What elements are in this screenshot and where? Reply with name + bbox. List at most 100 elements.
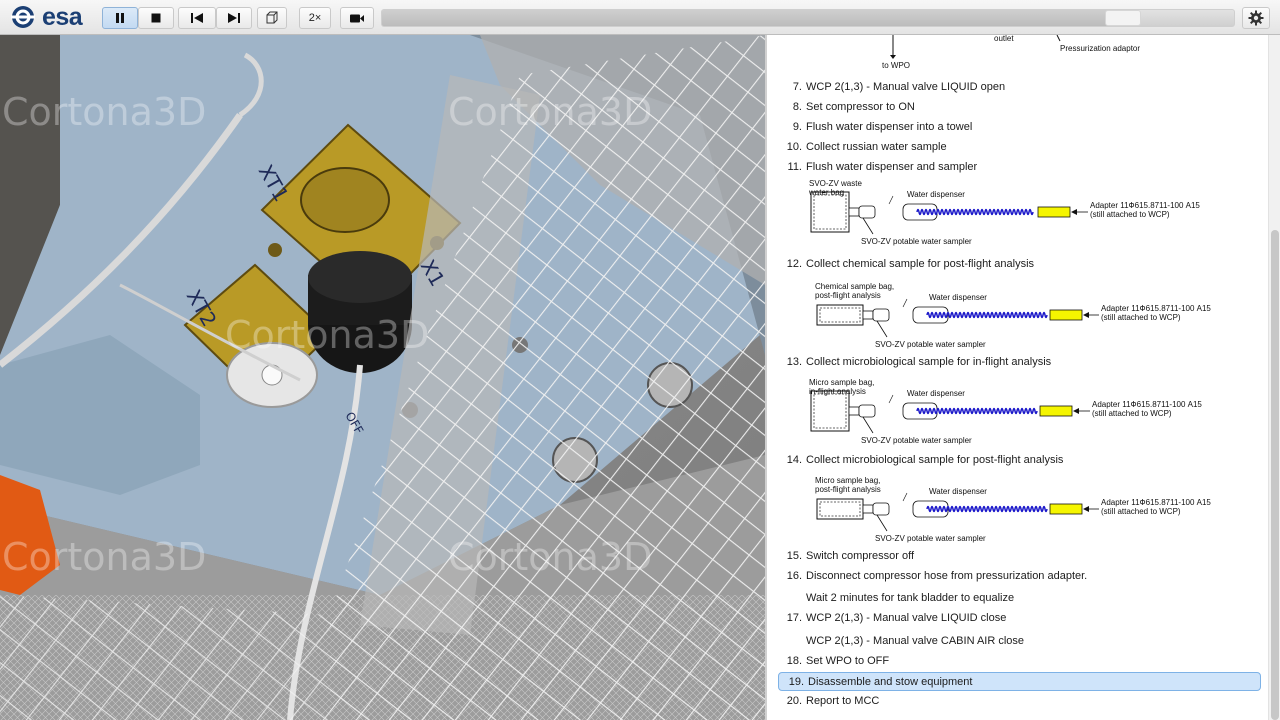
cube-icon bbox=[266, 11, 278, 24]
step-text: Set WPO to OFF bbox=[806, 655, 890, 667]
step-text: Flush water dispenser into a towel bbox=[806, 121, 973, 133]
logo-text: esa bbox=[42, 2, 83, 31]
dispenser-label: Water dispenser bbox=[929, 293, 987, 302]
adapter-block bbox=[1049, 309, 1083, 321]
sampler-label: SVO-ZV potable water sampler bbox=[875, 534, 986, 543]
bag-label: Micro sample bag, bbox=[809, 378, 875, 387]
procedure-step[interactable]: 9. Flush water dispenser into a towel bbox=[777, 118, 1261, 136]
step-number: 10. bbox=[786, 141, 802, 153]
sampler-label: SVO-ZV potable water sampler bbox=[875, 340, 986, 349]
video-camera-icon bbox=[350, 14, 364, 22]
top-diagram bbox=[890, 35, 1061, 59]
step-number: 16. bbox=[786, 570, 802, 582]
3d-scene: XT1 X1 XT2 OFF bbox=[0, 35, 765, 720]
hose-coil bbox=[916, 407, 1038, 415]
scrollbar-thumb[interactable] bbox=[1271, 230, 1279, 720]
step-text: WCP 2(1,3) - Manual valve CABIN AIR clos… bbox=[806, 635, 1025, 647]
adapter-label: (still attached to WCP) bbox=[1090, 210, 1170, 219]
bag-label: post-flight analysis bbox=[815, 291, 881, 300]
step-number: 18. bbox=[786, 655, 802, 667]
speed-label: 2× bbox=[308, 12, 322, 24]
sample-bag bbox=[810, 191, 850, 233]
skip-forward-button[interactable] bbox=[216, 7, 252, 29]
step-text: Flush water dispenser and sampler bbox=[806, 161, 978, 173]
bag-label: post-flight analysis bbox=[815, 485, 881, 494]
procedure-step[interactable]: 19. Disassemble and stow equipment bbox=[778, 672, 1261, 691]
procedure-step[interactable]: 8. Set compressor to ON bbox=[777, 98, 1261, 116]
adapter-label: (still attached to WCP) bbox=[1101, 313, 1181, 322]
pause-icon bbox=[116, 13, 124, 23]
procedure-step[interactable]: 7. WCP 2(1,3) - Manual valve LIQUID open bbox=[777, 78, 1261, 96]
hose-coil bbox=[926, 311, 1048, 319]
speed-button[interactable]: 2× bbox=[299, 7, 331, 29]
skip-forward-icon bbox=[228, 13, 240, 23]
toolbar: esa 2× bbox=[0, 0, 1280, 35]
procedure-step[interactable]: 10. Collect russian water sample bbox=[777, 138, 1261, 156]
adapter-label: Adapter 11Ф615.8711-100 A15 bbox=[1090, 201, 1200, 210]
bag-label: SVO-ZV waste bbox=[809, 179, 862, 188]
step-number: 7. bbox=[792, 81, 802, 93]
step-text: Wait 2 minutes for tank bladder to equal… bbox=[806, 592, 1015, 604]
procedure-scrollbar[interactable] bbox=[1268, 35, 1280, 720]
step-text: Report to MCC bbox=[806, 695, 880, 707]
adapter-label: Adapter 11Ф615.8711-100 A15 bbox=[1092, 400, 1202, 409]
step-number: 9. bbox=[792, 121, 802, 133]
procedure-step[interactable]: 18. Set WPO to OFF bbox=[777, 652, 1261, 670]
step-number: 19. bbox=[788, 675, 804, 688]
step-number: 20. bbox=[786, 695, 802, 707]
stop-icon bbox=[151, 13, 161, 23]
step-number: 11. bbox=[787, 161, 802, 173]
pause-button[interactable] bbox=[102, 7, 138, 29]
to-wpo-label: to WPO bbox=[882, 61, 911, 70]
timeline-fill bbox=[382, 10, 1124, 26]
stop-button[interactable] bbox=[138, 7, 174, 29]
view-3d-button[interactable] bbox=[257, 7, 287, 29]
procedure-step[interactable]: 20. Report to MCC bbox=[777, 692, 1261, 710]
procedure-step[interactable]: WCP 2(1,3) - Manual valve CABIN AIR clos… bbox=[777, 632, 1261, 650]
pressurization-label: Pressurization adaptor bbox=[1060, 44, 1141, 53]
outlet-label: outlet bbox=[994, 35, 1014, 43]
sampler-label: SVO-ZV potable water sampler bbox=[861, 237, 972, 246]
esa-logo: esa bbox=[8, 2, 83, 31]
sampler-label: SVO-ZV potable water sampler bbox=[861, 436, 972, 445]
skip-back-icon bbox=[191, 13, 203, 23]
adapter-label: (still attached to WCP) bbox=[1101, 507, 1181, 516]
dispenser-label: Water dispenser bbox=[929, 487, 987, 496]
step-text: Disassemble and stow equipment bbox=[808, 675, 973, 688]
dispenser-label: Water dispenser bbox=[907, 389, 965, 398]
camera-button[interactable] bbox=[340, 7, 374, 29]
bag-label: water bag bbox=[809, 188, 845, 197]
water-dispenser bbox=[902, 203, 938, 221]
step-number: 17. bbox=[786, 612, 802, 624]
adapter-block bbox=[1049, 503, 1083, 515]
procedure-step[interactable]: 17. WCP 2(1,3) - Manual valve LIQUID clos… bbox=[777, 609, 1261, 627]
bag-label: in-flight analysis bbox=[809, 387, 866, 396]
esa-globe-icon bbox=[11, 6, 35, 28]
adapter-block bbox=[1037, 206, 1071, 218]
step-text: Collect russian water sample bbox=[806, 141, 947, 153]
adapter-block bbox=[1039, 405, 1073, 417]
settings-button[interactable] bbox=[1242, 7, 1270, 29]
step-text: Set compressor to ON bbox=[806, 101, 915, 113]
step-number: 8. bbox=[792, 101, 802, 113]
dispenser-label: Water dispenser bbox=[907, 190, 965, 199]
procedure-step[interactable]: 11. Flush water dispenser and sampler bbox=[777, 158, 1261, 176]
adapter-label: Adapter 11Ф615.8711-100 A15 bbox=[1101, 304, 1211, 313]
procedure-step[interactable]: 16. Disconnect compressor hose from press… bbox=[777, 567, 1261, 585]
step-text: WCP 2(1,3) - Manual valve LIQUID open bbox=[806, 81, 1006, 93]
procedure-step[interactable]: Wait 2 minutes for tank bladder to equal… bbox=[777, 589, 1261, 607]
sample-bag bbox=[810, 390, 850, 432]
procedure-panel: outlet Pressurization adaptor to WPO 7. W… bbox=[765, 35, 1268, 720]
timeline-slider[interactable] bbox=[381, 9, 1235, 27]
bag-label: Micro sample bag, bbox=[815, 476, 881, 485]
adapter-label: Adapter 11Ф615.8711-100 A15 bbox=[1101, 498, 1211, 507]
skip-back-button[interactable] bbox=[178, 7, 216, 29]
3d-viewport[interactable]: XT1 X1 XT2 OFF Cortona3D Cortona3D Corto… bbox=[0, 35, 765, 720]
gear-icon bbox=[1248, 10, 1264, 26]
hose-coil bbox=[926, 505, 1048, 513]
step-text: Disconnect compressor hose from pressuri… bbox=[806, 570, 1088, 582]
timeline-thumb[interactable] bbox=[1105, 10, 1142, 26]
step-text: WCP 2(1,3) - Manual valve LIQUID close bbox=[806, 612, 1007, 624]
bag-label: Chemical sample bag, bbox=[815, 282, 895, 291]
water-dispenser bbox=[902, 402, 938, 420]
